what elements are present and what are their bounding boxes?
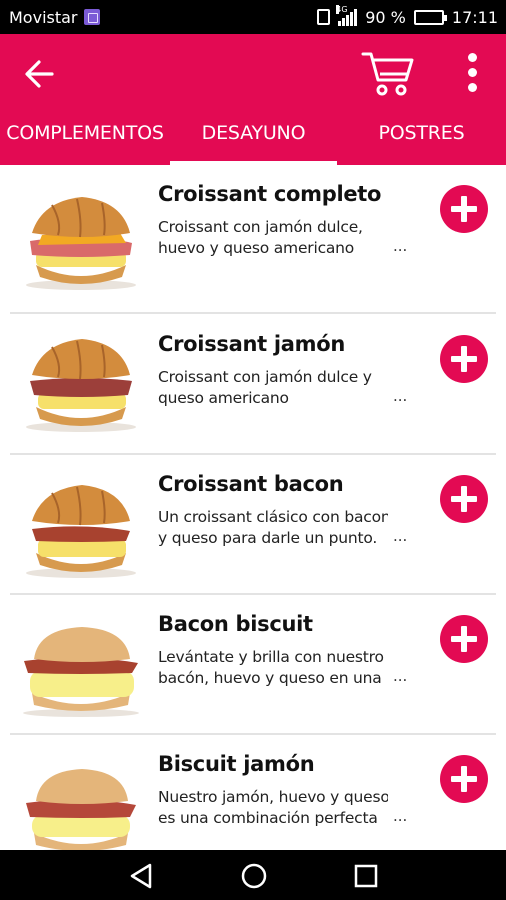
add-to-cart-button[interactable] xyxy=(440,475,488,523)
description-line: y queso para darle un punto. xyxy=(158,529,378,547)
list-item[interactable]: Bacon biscuit Levántate y brilla con nue… xyxy=(0,595,506,736)
tab-complementos[interactable]: COMPLEMENTOS xyxy=(0,118,170,165)
add-to-cart-button[interactable] xyxy=(440,615,488,663)
tab-desayuno[interactable]: DESAYUNO xyxy=(170,118,337,165)
product-title: Croissant bacon xyxy=(158,472,344,496)
signal-icon: 4G xyxy=(336,5,358,26)
status-bar: Movistar 4G 90 % 17:11 xyxy=(0,0,506,34)
product-title: Bacon biscuit xyxy=(158,612,313,636)
category-tabs: COMPLEMENTOS DESAYUNO POSTRES xyxy=(0,118,506,165)
ellipsis: ... xyxy=(393,807,408,825)
description-line: Levántate y brilla con nuestro xyxy=(158,648,384,666)
product-title: Croissant completo xyxy=(158,182,382,206)
app-bar: COMPLEMENTOS DESAYUNO POSTRES xyxy=(0,34,506,165)
carrier-name: Movistar xyxy=(9,7,78,27)
back-arrow-icon[interactable] xyxy=(22,56,58,92)
list-item[interactable]: Croissant bacon Un croissant clásico con… xyxy=(0,455,506,596)
product-title: Croissant jamón xyxy=(158,332,345,356)
battery-percent: 90 % xyxy=(365,7,406,27)
croissant-completo-image xyxy=(26,197,136,290)
product-list: Croissant completo Croissant con jamón d… xyxy=(0,165,506,850)
nav-recents-icon[interactable] xyxy=(352,862,380,890)
more-options-icon[interactable] xyxy=(458,48,486,98)
description-line: queso americano xyxy=(158,389,289,407)
vibrate-icon xyxy=(317,9,331,25)
description-line: Un croissant clásico con bacon xyxy=(158,508,388,526)
list-item[interactable]: Biscuit jamón Nuestro jamón, huevo y que… xyxy=(0,735,506,850)
ellipsis: ... xyxy=(393,667,408,685)
description-line: Croissant con jamón dulce, xyxy=(158,218,363,236)
notification-icon xyxy=(83,9,100,25)
bacon-biscuit-image xyxy=(23,627,139,717)
ellipsis: ... xyxy=(393,387,408,405)
ellipsis: ... xyxy=(393,527,408,545)
description-line: es una combinación perfecta xyxy=(158,809,378,827)
cart-icon[interactable] xyxy=(360,48,416,98)
divider xyxy=(10,312,496,314)
add-to-cart-button[interactable] xyxy=(440,185,488,233)
description-line: Nuestro jamón, huevo y queso xyxy=(158,788,388,806)
tab-postres[interactable]: POSTRES xyxy=(337,118,506,165)
description-line: Croissant con jamón dulce y xyxy=(158,368,372,386)
carrier: Movistar xyxy=(9,8,100,27)
add-to-cart-button[interactable] xyxy=(440,335,488,383)
clock: 17:11 xyxy=(451,7,498,27)
list-item[interactable]: Croissant completo Croissant con jamón d… xyxy=(0,165,506,306)
croissant-bacon-image xyxy=(26,485,136,578)
product-description: Croissant con jamón dulce y queso americ… xyxy=(158,367,388,409)
battery-icon xyxy=(413,9,447,25)
system-nav-bar xyxy=(0,850,506,900)
nav-home-icon[interactable] xyxy=(240,862,268,890)
ellipsis: ... xyxy=(393,237,408,255)
product-description: Nuestro jamón, huevo y queso es una comb… xyxy=(158,787,388,829)
product-description: Croissant con jamón dulce, huevo y queso… xyxy=(158,217,388,259)
network-type: 4G xyxy=(336,5,348,14)
product-description: Un croissant clásico con bacon y queso p… xyxy=(158,507,388,549)
add-to-cart-button[interactable] xyxy=(440,755,488,803)
product-description: Levántate y brilla con nuestro bacón, hu… xyxy=(158,647,388,689)
croissant-jamon-image xyxy=(26,339,136,432)
description-line: bacón, huevo y queso en una xyxy=(158,669,382,687)
biscuit-jamon-image xyxy=(26,769,136,850)
description-line: huevo y queso americano xyxy=(158,239,355,257)
nav-back-icon[interactable] xyxy=(128,862,156,890)
product-title: Biscuit jamón xyxy=(158,752,315,776)
list-item[interactable]: Croissant jamón Croissant con jamón dulc… xyxy=(0,315,506,456)
